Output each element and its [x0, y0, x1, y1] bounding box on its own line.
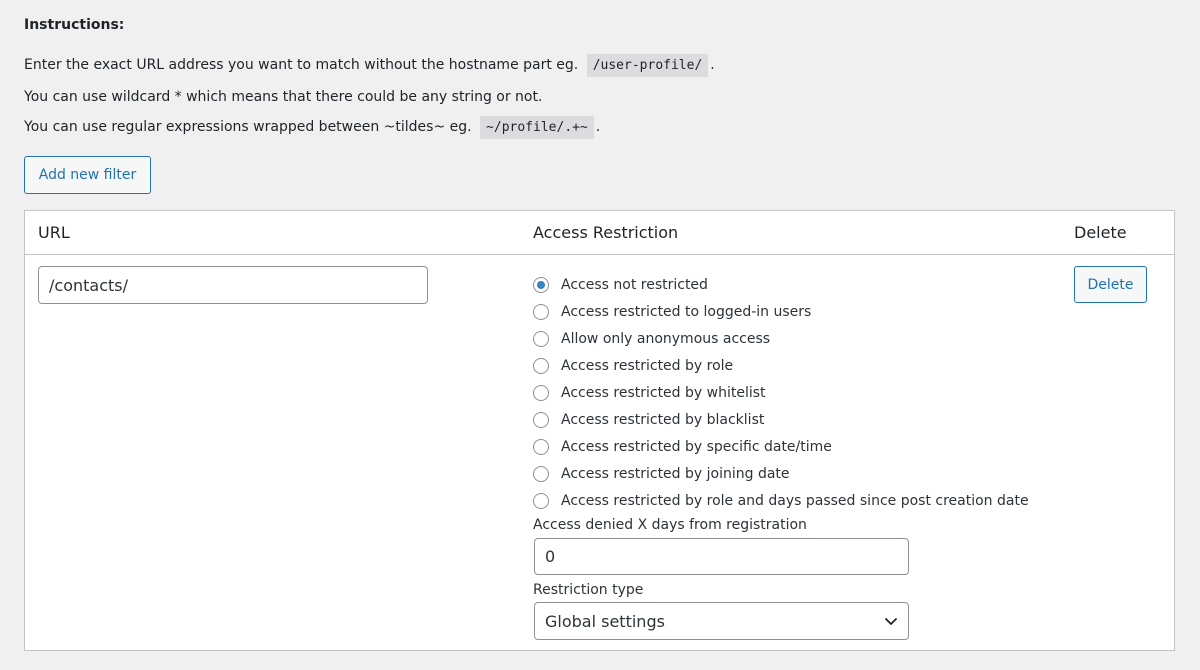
radio-button[interactable]: [533, 466, 549, 483]
radio-button[interactable]: [533, 330, 549, 347]
column-header-delete: Delete: [1074, 223, 1127, 242]
filters-table: URL Access Restriction Delete Access not…: [24, 210, 1175, 651]
radio-button[interactable]: [533, 276, 549, 293]
restriction-option-label: Access restricted by specific date/time: [561, 439, 832, 456]
radio-button[interactable]: [533, 493, 549, 510]
restriction-option[interactable]: Access restricted to logged-in users: [533, 298, 1029, 325]
code-example-regex: ~/profile/.+~: [480, 116, 594, 139]
restriction-option-label: Access restricted to logged-in users: [561, 303, 812, 320]
instruction-period: .: [710, 57, 715, 73]
restriction-option-label: Access restricted by blacklist: [561, 412, 765, 429]
delete-filter-button[interactable]: Delete: [1074, 266, 1147, 303]
instructions-title: Instructions:: [24, 17, 125, 33]
restriction-option[interactable]: Allow only anonymous access: [533, 325, 1029, 352]
instruction-text: You can use regular expressions wrapped …: [24, 119, 472, 135]
column-header-url: URL: [38, 223, 70, 242]
restriction-option[interactable]: Access restricted by role and days passe…: [533, 488, 1029, 515]
restriction-option-label: Access restricted by role: [561, 357, 734, 374]
days-from-registration-label: Access denied X days from registration: [533, 517, 807, 533]
instruction-line-wildcard: You can use wildcard * which means that …: [24, 87, 542, 107]
days-from-registration-input[interactable]: [534, 538, 909, 575]
restriction-option-label: Access restricted by whitelist: [561, 384, 766, 401]
radio-button[interactable]: [533, 357, 549, 374]
restriction-type-label: Restriction type: [533, 582, 644, 598]
restriction-option-label: Allow only anonymous access: [561, 330, 771, 347]
table-header-row: URL Access Restriction Delete: [25, 211, 1174, 255]
restriction-option-label: Access restricted by role and days passe…: [561, 493, 1029, 510]
restriction-option[interactable]: Access restricted by whitelist: [533, 379, 1029, 406]
radio-button[interactable]: [533, 439, 549, 456]
chevron-down-icon: [884, 614, 898, 628]
restriction-option[interactable]: Access restricted by role: [533, 352, 1029, 379]
column-header-access-restriction: Access Restriction: [533, 223, 679, 242]
restriction-option-label: Access not restricted: [561, 276, 708, 293]
instruction-text: Enter the exact URL address you want to …: [24, 57, 579, 73]
code-example-user-profile: /user-profile/: [586, 54, 709, 77]
instruction-period: .: [595, 119, 601, 135]
instruction-line-regex: You can use regular expressions wrapped …: [24, 116, 601, 139]
radio-button[interactable]: [533, 303, 549, 320]
radio-button[interactable]: [533, 412, 549, 429]
restriction-option[interactable]: Access restricted by specific date/time: [533, 434, 1029, 461]
access-restriction-options: Access not restricted Access restricted t…: [533, 271, 1029, 515]
url-input[interactable]: [38, 266, 428, 304]
radio-button[interactable]: [533, 384, 549, 401]
restriction-type-selected-value: Global settings: [545, 611, 665, 631]
instruction-line-exact-url: Enter the exact URL address you want to …: [24, 54, 715, 77]
add-new-filter-button[interactable]: Add new filter: [24, 156, 151, 194]
restriction-option-label: Access restricted by joining date: [561, 466, 790, 483]
instruction-text: You can use wildcard * which means that …: [24, 89, 543, 105]
restriction-option[interactable]: Access not restricted: [533, 271, 1029, 298]
restriction-type-select[interactable]: Global settings: [534, 602, 909, 640]
restriction-option[interactable]: Access restricted by blacklist: [533, 406, 1029, 433]
restriction-option[interactable]: Access restricted by joining date: [533, 461, 1029, 488]
